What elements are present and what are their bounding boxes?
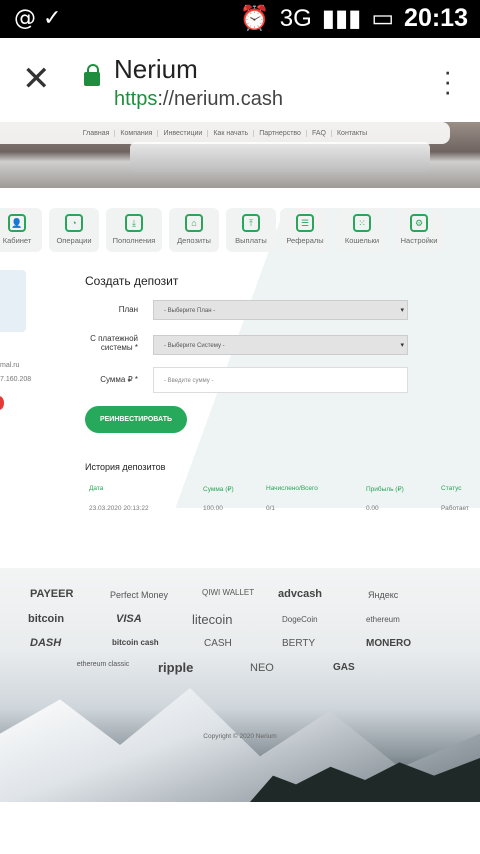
table-cell-accrued: 0/1 (266, 505, 276, 512)
plan-select[interactable]: - Выберите План - (153, 300, 408, 321)
col-amount: Сумма (₽) (203, 486, 234, 493)
user-ip: 7.160.208 (0, 376, 32, 383)
col-accrued: Начислено/Всего (266, 485, 318, 492)
table-cell-profit: 0.00 (366, 505, 379, 512)
download-icon: ⤓ (125, 214, 143, 232)
litecoin-logo: litecoin (192, 612, 233, 627)
qiwi-logo: QIWI WALLET (202, 588, 255, 597)
status-bar: @ ✓ ⏰ 3G ▮▮▮ ▭ 20:13 (0, 0, 480, 38)
yandex-logo: Яндекс (368, 590, 399, 600)
tile-settings[interactable]: ⚙ Настройки (394, 208, 444, 252)
main-content: 👤 Кабинет ◔ Операции ⤓ Пополнения ⌂ Депозиты… (0, 188, 480, 568)
ethereum-logo: ethereum (366, 615, 400, 624)
nav-how-to-start[interactable]: Как начать (208, 129, 255, 137)
overflow-menu-icon[interactable]: · · · (443, 58, 452, 104)
battery-icon: ▭ (371, 5, 395, 32)
nav-contacts[interactable]: Контакты (332, 130, 372, 137)
table-cell-date: 23.03.2020 20:13:22 (89, 505, 149, 512)
gear-icon: ⚙ (410, 214, 428, 232)
referrals-icon: ☰ (296, 214, 314, 232)
account-tiles: 👤 Кабинет ◔ Операции ⤓ Пополнения ⌂ Депозиты… (0, 208, 480, 252)
avatar (0, 270, 26, 332)
dogecoin-logo: DogeCoin (282, 615, 318, 624)
network-type: 3G (279, 4, 312, 32)
history-title: История депозитов (85, 462, 166, 472)
url[interactable]: https://nerium.cash (114, 88, 283, 111)
bitcoin-cash-logo: bitcoin cash (112, 638, 159, 647)
zcash-logo: CASH (204, 638, 232, 649)
nav-faq[interactable]: FAQ (307, 129, 332, 137)
user-email: mal.ru (0, 362, 20, 369)
browser-toolbar: ✕ Nerium https://nerium.cash · · · (0, 38, 480, 123)
nav-investments[interactable]: Инвестиции (158, 129, 209, 137)
clock: 20:13 (404, 4, 468, 32)
copyright: Copyright © 2020 Nerium (203, 733, 277, 740)
laptop-image (130, 142, 430, 172)
system-label: С платежной системы * (90, 334, 138, 352)
nav-company[interactable]: Компания (115, 129, 159, 137)
bitcoin-logo: bitcoin (28, 613, 65, 625)
tile-payouts[interactable]: ⤒ Выплаты (226, 208, 276, 252)
tile-referrals[interactable]: ☰ Рефералы (280, 208, 330, 252)
page-title: Nerium (114, 54, 198, 84)
nav-partnership[interactable]: Партнерство (254, 129, 307, 137)
user-icon: 👤 (8, 214, 26, 232)
deposit-icon: ⌂ (185, 214, 203, 232)
chart-icon: ◔ (65, 214, 83, 232)
system-select[interactable]: - Выберите Систему - (153, 335, 408, 356)
ethereum-classic-logo: ethereum classic (76, 661, 130, 668)
signal-icon: ▮▮▮ (321, 5, 362, 32)
visa-logo: VISA (116, 613, 142, 625)
berty-logo: BERTY (282, 638, 316, 649)
plan-label: План (118, 305, 138, 314)
tile-operations[interactable]: ◔ Операции (49, 208, 99, 252)
monero-logo: MONERO (366, 638, 411, 649)
top-nav: Главная Компания Инвестиции Как начать П… (0, 122, 450, 144)
tile-deposits-in[interactable]: ⤓ Пополнения (106, 208, 162, 252)
ripple-logo: ripple (158, 660, 194, 675)
footer: PAYEER Perfect Money QIWI WALLET advcash… (0, 568, 480, 802)
grid-icon: ⁙ (353, 214, 371, 232)
close-icon[interactable]: ✕ (22, 62, 51, 96)
lock-icon (84, 64, 100, 86)
nav-home[interactable]: Главная (78, 129, 116, 137)
perfect-money-logo: Perfect Money (110, 590, 169, 600)
tile-wallets[interactable]: ⁙ Кошельки (337, 208, 387, 252)
alarm-icon: ⏰ (239, 5, 270, 32)
payeer-logo: PAYEER (30, 588, 74, 600)
tile-cabinet[interactable]: 👤 Кабинет (0, 208, 42, 252)
neo-logo: NEO (250, 662, 274, 674)
col-profit: Прибыль (₽) (366, 486, 404, 493)
col-status: Статус (441, 485, 462, 492)
amount-input[interactable]: - Введите сумму - (153, 367, 408, 393)
reinvest-button[interactable]: РЕИНВЕСТИРОВАТЬ (85, 406, 187, 433)
form-title: Создать депозит (85, 274, 179, 288)
advcash-logo: advcash (278, 588, 323, 600)
col-date: Дата (89, 485, 104, 492)
table-cell-amount: 100.00 (203, 505, 223, 512)
status-dot-icon (0, 396, 4, 410)
upload-icon: ⤒ (242, 214, 260, 232)
dash-logo: DASH (30, 637, 62, 649)
table-cell-status: Работает (441, 505, 469, 512)
gas-logo: GAS (333, 662, 355, 673)
status-left-icons: @ ✓ (14, 6, 62, 31)
amount-label: Сумма ₽ * (100, 375, 138, 384)
tile-deposits[interactable]: ⌂ Депозиты (169, 208, 219, 252)
